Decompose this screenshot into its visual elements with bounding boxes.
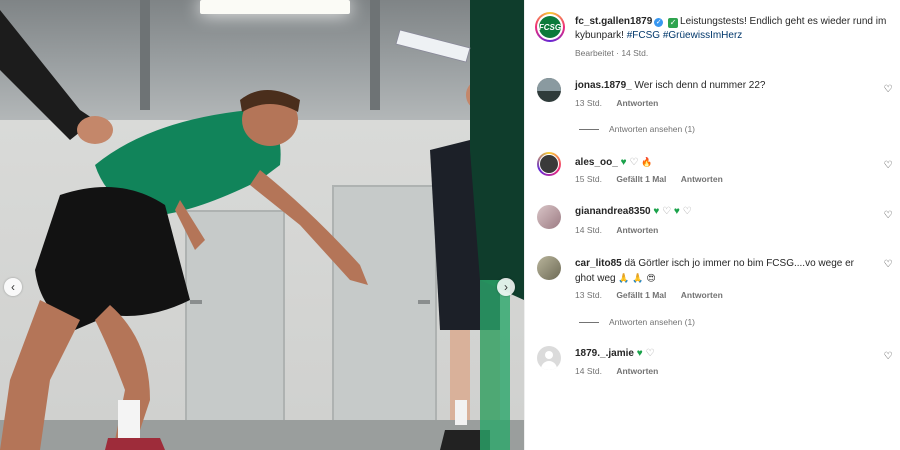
green-heart-icon: ♥ bbox=[673, 206, 680, 217]
like-comment-heart-icon[interactable]: ♡ bbox=[882, 84, 894, 96]
comment-avatar[interactable] bbox=[537, 152, 561, 176]
comment-actions: 14 Std. Antworten bbox=[575, 225, 670, 235]
comment-age: 13 Std. bbox=[575, 290, 602, 300]
hashtag-link[interactable]: #FCSG bbox=[627, 30, 660, 41]
white-heart-icon: ♡ bbox=[629, 157, 639, 168]
reply-button[interactable]: Antworten bbox=[616, 98, 658, 108]
like-comment-heart-icon[interactable]: ♡ bbox=[882, 210, 894, 222]
comment-age: 15 Std. bbox=[575, 174, 602, 184]
white-heart-icon: ♡ bbox=[682, 206, 692, 217]
comment-actions: 15 Std. Gefällt 1 Mal Antworten bbox=[575, 174, 735, 184]
verified-badge-icon: ✓ bbox=[654, 18, 664, 27]
post-meta: Bearbeitet · 14 Std. bbox=[575, 48, 649, 58]
view-replies-label: Antworten ansehen (1) bbox=[609, 124, 695, 134]
fire-icon: 🔥 bbox=[641, 157, 653, 167]
post-photo: ‹ › bbox=[0, 0, 524, 450]
white-heart-icon: ♡ bbox=[645, 348, 655, 359]
previous-image-button[interactable]: ‹ bbox=[4, 278, 22, 296]
comment-actions: 14 Std. Antworten bbox=[575, 366, 670, 376]
post-author-avatar[interactable]: FCSG bbox=[535, 12, 565, 42]
like-comment-heart-icon[interactable]: ♡ bbox=[882, 259, 894, 271]
view-replies-button[interactable]: Antworten ansehen (1) bbox=[579, 124, 695, 134]
pray-icon: 🙏 bbox=[632, 273, 644, 283]
chevron-left-icon: ‹ bbox=[11, 280, 15, 294]
green-heart-icon: ♥ bbox=[636, 348, 643, 359]
view-replies-label: Antworten ansehen (1) bbox=[609, 317, 695, 327]
comment-actions: 13 Std. Antworten bbox=[575, 98, 670, 108]
post-age: 14 Std. bbox=[621, 48, 649, 58]
comment: gianandrea8350 ♥ ♡ ♥ ♡ bbox=[575, 205, 875, 219]
comment-age: 13 Std. bbox=[575, 98, 602, 108]
comment-username[interactable]: ales_oo_ bbox=[575, 157, 618, 168]
comment-age: 14 Std. bbox=[575, 366, 602, 376]
like-comment-heart-icon[interactable]: ♡ bbox=[882, 351, 894, 363]
comment: car_lito85 dä Görtler isch jo immer no b… bbox=[575, 257, 875, 286]
fcsg-logo: FCSG bbox=[539, 16, 561, 38]
likes-count[interactable]: Gefällt 1 Mal bbox=[616, 174, 666, 184]
next-image-button[interactable]: › bbox=[497, 278, 515, 296]
white-heart-icon: ♡ bbox=[662, 206, 672, 217]
comment-avatar[interactable] bbox=[537, 346, 561, 370]
pray-icon: 🙏 bbox=[618, 273, 630, 283]
replies-divider bbox=[579, 128, 599, 130]
heart-eyes-icon: 😍 bbox=[646, 273, 656, 283]
hashtag-link[interactable]: #GrüewissImHerz bbox=[663, 30, 742, 41]
replies-divider bbox=[579, 321, 599, 323]
comment: 1879._.jamie ♥ ♡ bbox=[575, 347, 875, 361]
comment-username[interactable]: jonas.1879_ bbox=[575, 80, 632, 91]
reply-button[interactable]: Antworten bbox=[616, 366, 658, 376]
comment-avatar[interactable] bbox=[537, 256, 561, 280]
comment-text: Wer isch denn d nummer 22? bbox=[634, 80, 766, 91]
athletes-illustration bbox=[0, 0, 524, 450]
view-replies-button[interactable]: Antworten ansehen (1) bbox=[579, 317, 695, 327]
comment-username[interactable]: car_lito85 bbox=[575, 258, 622, 269]
comment-avatar[interactable] bbox=[537, 78, 561, 102]
reply-button[interactable]: Antworten bbox=[616, 225, 658, 235]
comment-username[interactable]: 1879._.jamie bbox=[575, 348, 634, 359]
comment-age: 14 Std. bbox=[575, 225, 602, 235]
edited-label: Bearbeitet bbox=[575, 48, 614, 58]
comments-panel: FCSG fc_st.gallen1879 ✓ ✓ Leistungstests! … bbox=[524, 0, 900, 450]
reply-button[interactable]: Antworten bbox=[681, 174, 723, 184]
comment-username[interactable]: gianandrea8350 bbox=[575, 206, 651, 217]
comment: ales_oo_ ♥ ♡ 🔥 bbox=[575, 155, 875, 170]
likes-count[interactable]: Gefällt 1 Mal bbox=[616, 290, 666, 300]
comment-actions: 13 Std. Gefällt 1 Mal Antworten bbox=[575, 290, 735, 300]
post-author-username[interactable]: fc_st.gallen1879 bbox=[575, 16, 652, 27]
chevron-right-icon: › bbox=[504, 280, 508, 294]
check-mark-emoji-icon: ✓ bbox=[668, 18, 679, 28]
comment: jonas.1879_ Wer isch denn d nummer 22? bbox=[575, 79, 875, 93]
comment-avatar[interactable] bbox=[537, 205, 561, 229]
post-caption: fc_st.gallen1879 ✓ ✓ Leistungstests! Endli… bbox=[575, 15, 895, 43]
reply-button[interactable]: Antworten bbox=[681, 290, 723, 300]
like-comment-heart-icon[interactable]: ♡ bbox=[882, 160, 894, 172]
green-heart-icon: ♥ bbox=[620, 157, 627, 168]
green-heart-icon: ♥ bbox=[653, 206, 660, 217]
